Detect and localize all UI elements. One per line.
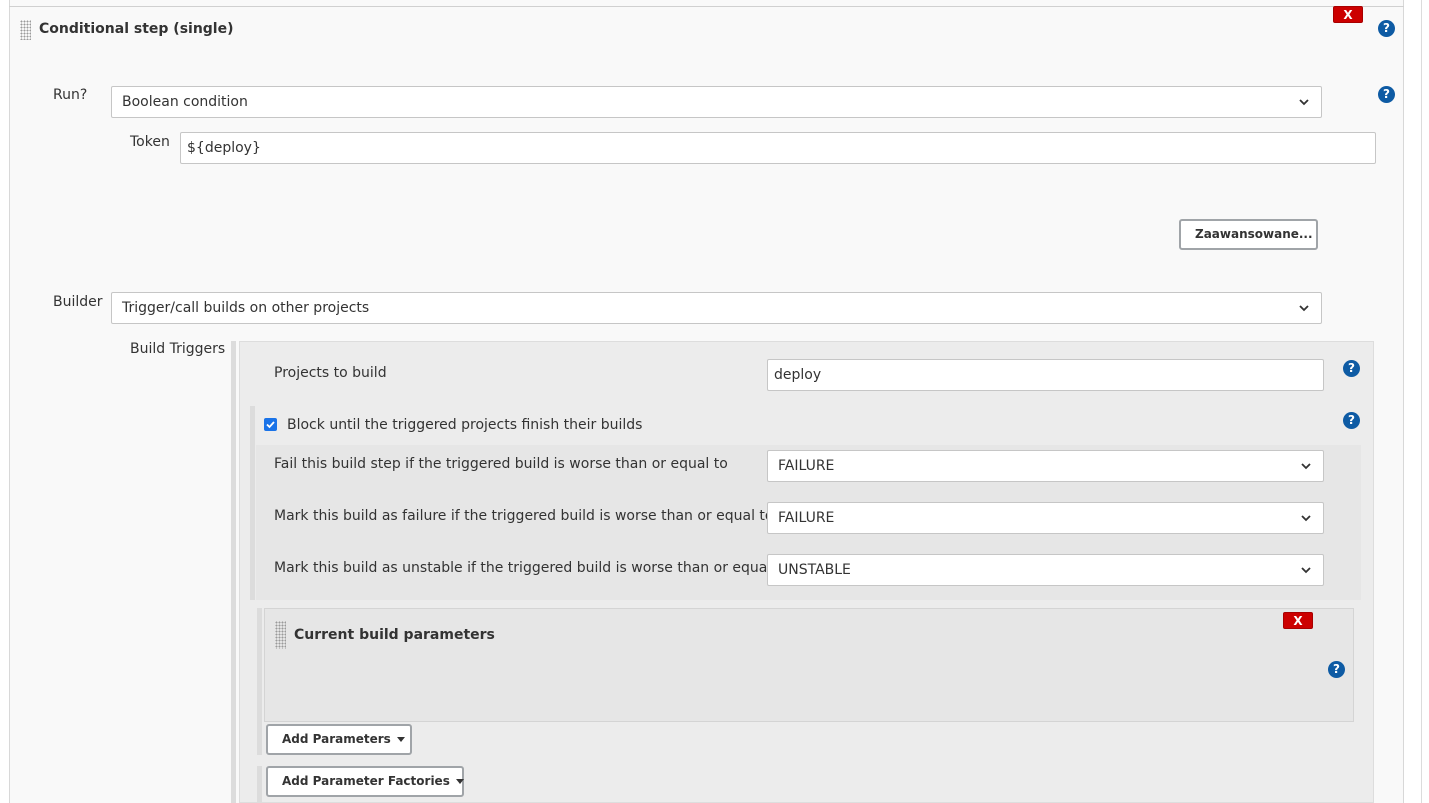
delete-params-button[interactable]: X xyxy=(1283,612,1313,629)
check-icon xyxy=(266,421,275,429)
help-icon[interactable]: ? xyxy=(1343,412,1360,429)
build-triggers-label: Build Triggers xyxy=(130,341,226,357)
help-icon[interactable]: ? xyxy=(1328,661,1345,678)
token-input[interactable]: ${deploy} xyxy=(180,132,1376,164)
caret-down-icon xyxy=(396,737,405,742)
drag-handle-icon[interactable] xyxy=(20,20,31,40)
mark-failure-label: Mark this build as failure if the trigge… xyxy=(274,508,774,524)
caret-down-icon xyxy=(455,779,464,784)
current-params-panel xyxy=(264,608,1354,722)
block-label: Block until the triggered projects finis… xyxy=(287,417,643,433)
drag-handle-icon[interactable] xyxy=(275,621,286,649)
chevron-down-icon xyxy=(1299,99,1309,106)
run-condition-value: Boolean condition xyxy=(122,94,248,110)
section-bar xyxy=(257,608,262,755)
help-icon[interactable]: ? xyxy=(1378,20,1395,37)
projects-label: Projects to build xyxy=(274,365,387,381)
add-parameters-label: Add Parameters xyxy=(282,732,391,746)
step-title: Conditional step (single) xyxy=(39,21,234,37)
help-icon[interactable]: ? xyxy=(1343,360,1360,377)
mark-failure-select[interactable]: FAILURE xyxy=(767,502,1324,534)
mark-unstable-label: Mark this build as unstable if the trigg… xyxy=(274,560,790,576)
help-icon[interactable]: ? xyxy=(1378,86,1395,103)
chevron-down-icon xyxy=(1301,463,1311,470)
section-bar xyxy=(231,341,236,803)
divider xyxy=(9,6,1404,7)
run-condition-select[interactable]: Boolean condition xyxy=(111,86,1322,118)
add-parameter-factories-label: Add Parameter Factories xyxy=(282,774,450,788)
builder-select[interactable]: Trigger/call builds on other projects xyxy=(111,292,1322,324)
chevron-down-icon xyxy=(1301,515,1311,522)
fail-step-value: FAILURE xyxy=(778,458,835,474)
add-parameter-factories-button[interactable]: Add Parameter Factories xyxy=(266,766,464,797)
section-bar xyxy=(250,406,255,600)
delete-step-button[interactable]: X xyxy=(1333,6,1363,23)
mark-unstable-value: UNSTABLE xyxy=(778,562,851,578)
advanced-button[interactable]: Zaawansowane... xyxy=(1179,219,1318,250)
fail-step-label: Fail this build step if the triggered bu… xyxy=(274,456,728,472)
current-params-title: Current build parameters xyxy=(294,627,495,643)
fail-step-select[interactable]: FAILURE xyxy=(767,450,1324,482)
chevron-down-icon xyxy=(1301,567,1311,574)
divider xyxy=(1421,0,1422,803)
builder-label: Builder xyxy=(53,294,103,310)
add-parameters-button[interactable]: Add Parameters xyxy=(266,724,412,755)
block-checkbox[interactable] xyxy=(264,418,277,431)
token-label: Token xyxy=(130,134,170,150)
builder-value: Trigger/call builds on other projects xyxy=(122,300,370,316)
mark-failure-value: FAILURE xyxy=(778,510,835,526)
chevron-down-icon xyxy=(1299,305,1309,312)
section-bar xyxy=(257,766,262,803)
mark-unstable-select[interactable]: UNSTABLE xyxy=(767,554,1324,586)
run-label: Run? xyxy=(53,87,88,103)
projects-input[interactable]: deploy xyxy=(767,359,1324,391)
